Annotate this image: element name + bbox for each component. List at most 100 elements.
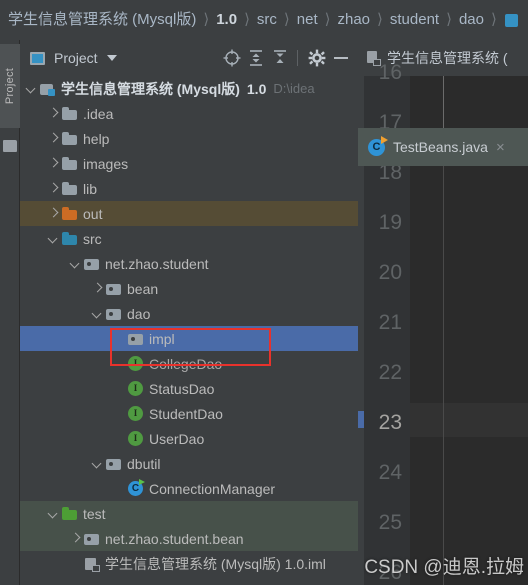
breadcrumb-trailing-icon[interactable] <box>504 13 518 27</box>
java-class-letter: C <box>372 140 381 153</box>
line-number: 16 <box>378 61 402 84</box>
tree-row[interactable]: 学生信息管理系统 (Mysql版) 1.0.iml <box>20 551 358 576</box>
chevron-right-icon[interactable] <box>48 158 59 169</box>
chevron-right-icon[interactable] <box>70 533 81 544</box>
tree-row[interactable]: impl <box>20 326 358 351</box>
breadcrumb-separator: ⟩ <box>244 11 250 28</box>
chevron-down-icon[interactable] <box>26 83 37 94</box>
no-toggle-spacer <box>70 558 81 569</box>
tree-row-label: out <box>83 205 103 222</box>
tree-row-label: bean <box>127 280 159 297</box>
chevron-right-icon[interactable] <box>48 208 59 219</box>
breadcrumb-separator: ⟩ <box>446 11 452 28</box>
folder-grey-icon <box>62 106 78 121</box>
tree-row-label: .idea <box>83 105 114 122</box>
package-icon <box>106 307 122 321</box>
tree-row-version: 1.0 <box>246 80 267 97</box>
close-icon[interactable]: × <box>496 140 505 155</box>
breadcrumb-separator: ⟩ <box>377 11 383 28</box>
project-toolbar: Project <box>20 40 358 76</box>
line-number: 25 <box>378 511 402 534</box>
tree-row[interactable]: dbutil <box>20 451 358 476</box>
editor-tab-testbeans[interactable]: C TestBeans.java × <box>358 128 528 166</box>
tree-row[interactable]: I StatusDao <box>20 376 358 401</box>
breadcrumb-item[interactable]: dao <box>459 0 484 40</box>
sidebar-tab-project[interactable]: Project <box>0 44 20 128</box>
breadcrumb: 学生信息管理系统 (Mysql版) ⟩ 1.0 ⟩ src ⟩ net ⟩ zhao ⟩ stude… <box>0 0 528 40</box>
breadcrumb-item[interactable]: student <box>390 0 439 40</box>
breadcrumb-item[interactable]: 1.0 <box>216 0 237 40</box>
tree-row[interactable]: net.zhao.student <box>20 251 358 276</box>
chevron-down-icon[interactable] <box>106 55 117 61</box>
editor-tab-label: TestBeans.java <box>393 139 488 155</box>
class-letter: C <box>131 482 140 494</box>
chevron-down-icon[interactable] <box>48 233 59 244</box>
tree-row[interactable]: bean <box>20 276 358 301</box>
tree-row[interactable]: I CollegeDao <box>20 351 358 376</box>
tree-row[interactable]: test <box>20 501 358 526</box>
interface-icon: I <box>128 431 143 446</box>
tree-row[interactable]: 学生信息管理系统 (Mysql版) 1.0 D:\idea <box>20 76 358 101</box>
structure-icon[interactable] <box>3 140 17 152</box>
breadcrumb-item[interactable]: net <box>297 0 318 40</box>
selection-marker <box>358 411 364 428</box>
settings-gear-icon[interactable] <box>306 47 328 69</box>
csdn-watermark: CSDN @迪恩.拉姆 <box>364 557 524 578</box>
tree-row[interactable]: C ConnectionManager <box>20 476 358 501</box>
interface-icon: I <box>128 381 143 396</box>
minimize-icon[interactable] <box>330 47 352 69</box>
tree-row-label: help <box>83 130 110 147</box>
java-class-runnable-icon: C <box>368 135 388 156</box>
tree-row[interactable]: dao <box>20 301 358 326</box>
project-tree[interactable]: 学生信息管理系统 (Mysql版) 1.0 D:\idea .idea help imag… <box>20 76 358 585</box>
sidebar-tab-project-label: Project <box>4 67 16 105</box>
tree-row[interactable]: .idea <box>20 101 358 126</box>
folder-grey-icon <box>62 131 78 146</box>
no-toggle-spacer <box>114 408 125 419</box>
chevron-down-icon[interactable] <box>92 308 103 319</box>
tree-row-label: dbutil <box>127 455 161 472</box>
locate-icon[interactable] <box>221 47 243 69</box>
tree-row[interactable]: lib <box>20 176 358 201</box>
breadcrumb-item[interactable]: zhao <box>338 0 371 40</box>
tree-row[interactable]: I UserDao <box>20 426 358 451</box>
breadcrumb-item[interactable]: src <box>257 0 277 40</box>
chevron-down-icon[interactable] <box>48 508 59 519</box>
left-tool-strip: Project <box>0 40 20 585</box>
chevron-right-icon[interactable] <box>92 283 103 294</box>
folder-grey-icon <box>62 156 78 171</box>
line-number: 20 <box>378 261 402 284</box>
tree-row-label: StatusDao <box>149 380 215 397</box>
caret-row-highlight <box>410 403 528 437</box>
package-icon <box>128 332 144 346</box>
tree-row-label: src <box>83 230 102 247</box>
tree-row[interactable]: src <box>20 226 358 251</box>
project-tool-window: Project 学生信息管理系统 (Mysql版) 1.0 D:\idea .i… <box>20 40 358 585</box>
interface-icon: I <box>128 356 143 371</box>
interface-letter: I <box>133 383 138 393</box>
folder-blue-icon <box>62 231 78 246</box>
tree-row[interactable]: help <box>20 126 358 151</box>
package-icon <box>106 282 122 296</box>
tree-row-label: UserDao <box>149 430 205 447</box>
chevron-down-icon[interactable] <box>70 258 81 269</box>
tree-row[interactable]: images <box>20 151 358 176</box>
collapse-all-icon[interactable] <box>269 47 291 69</box>
chevron-right-icon[interactable] <box>48 108 59 119</box>
chevron-down-icon[interactable] <box>92 458 103 469</box>
package-icon <box>106 457 122 471</box>
tree-row-label: lib <box>83 180 98 197</box>
tree-row-label: net.zhao.student <box>105 255 209 272</box>
breadcrumb-item[interactable]: 学生信息管理系统 (Mysql版) <box>8 0 196 40</box>
tree-row[interactable]: I StudentDao <box>20 401 358 426</box>
editor-header-title: 学生信息管理系统 ( <box>387 50 508 66</box>
tree-row[interactable]: out <box>20 201 358 226</box>
chevron-right-icon[interactable] <box>48 183 59 194</box>
chevron-right-icon[interactable] <box>48 133 59 144</box>
line-number: 23 <box>378 411 402 434</box>
tree-row[interactable]: net.zhao.student.bean <box>20 526 358 551</box>
no-toggle-spacer <box>114 483 125 494</box>
package-icon <box>84 532 100 546</box>
expand-all-icon[interactable] <box>245 47 267 69</box>
iml-icon <box>84 557 100 572</box>
